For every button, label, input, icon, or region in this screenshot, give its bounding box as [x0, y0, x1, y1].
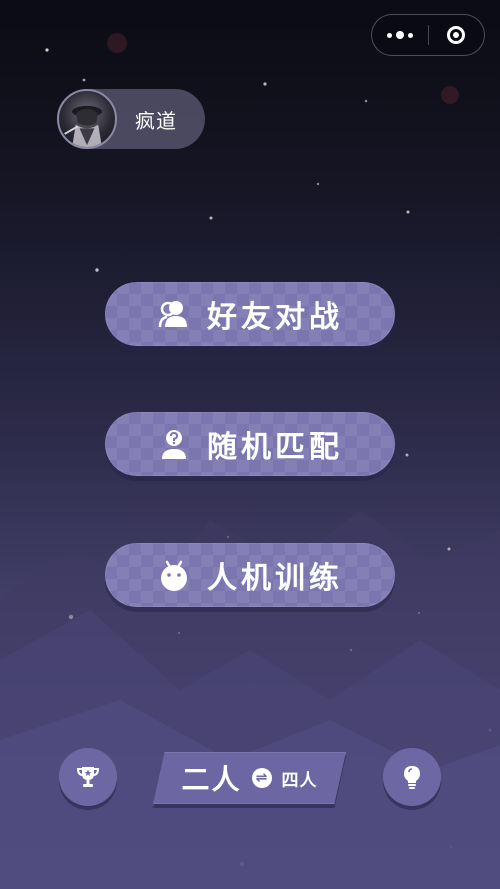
close-mini-program-button[interactable] — [428, 15, 484, 55]
ai-training-button[interactable]: 人机训练 — [105, 543, 395, 607]
swap-icon: ⇌ — [251, 768, 272, 788]
mini-program-capsule — [371, 14, 485, 56]
trophy-star-icon — [76, 767, 100, 787]
four-player-label: 四人 — [281, 770, 318, 791]
lightbulb-icon — [404, 766, 420, 789]
target-circle-icon — [447, 26, 466, 44]
leaderboard-button[interactable] — [59, 748, 117, 806]
toggle-content: 二人 ⇌ 四人 — [153, 752, 346, 804]
more-dots-icon — [386, 32, 392, 38]
username: 疯道 — [135, 108, 177, 133]
tips-button[interactable] — [383, 748, 441, 806]
android-robot-icon — [157, 558, 191, 592]
friends-battle-button[interactable]: 好友对战 — [105, 282, 395, 346]
player-count-toggle[interactable]: 二人 ⇌ 四人 — [153, 752, 346, 808]
random-match-button[interactable]: 随机匹配 — [105, 412, 395, 476]
more-dot — [407, 32, 413, 38]
more-options-button[interactable] — [372, 15, 428, 55]
more-dot — [395, 31, 404, 39]
friends-battle-label: 好友对战 — [207, 300, 343, 335]
target-dot — [453, 32, 460, 38]
two-users-icon — [157, 297, 191, 331]
user-profile[interactable]: 疯道 — [57, 89, 205, 149]
user-question-icon — [157, 427, 191, 461]
random-match-label: 随机匹配 — [207, 430, 343, 465]
ai-training-label: 人机训练 — [207, 561, 343, 596]
hooded-warrior-avatar-icon — [64, 105, 102, 147]
two-player-label: 二人 — [181, 763, 242, 796]
avatar — [57, 89, 117, 149]
